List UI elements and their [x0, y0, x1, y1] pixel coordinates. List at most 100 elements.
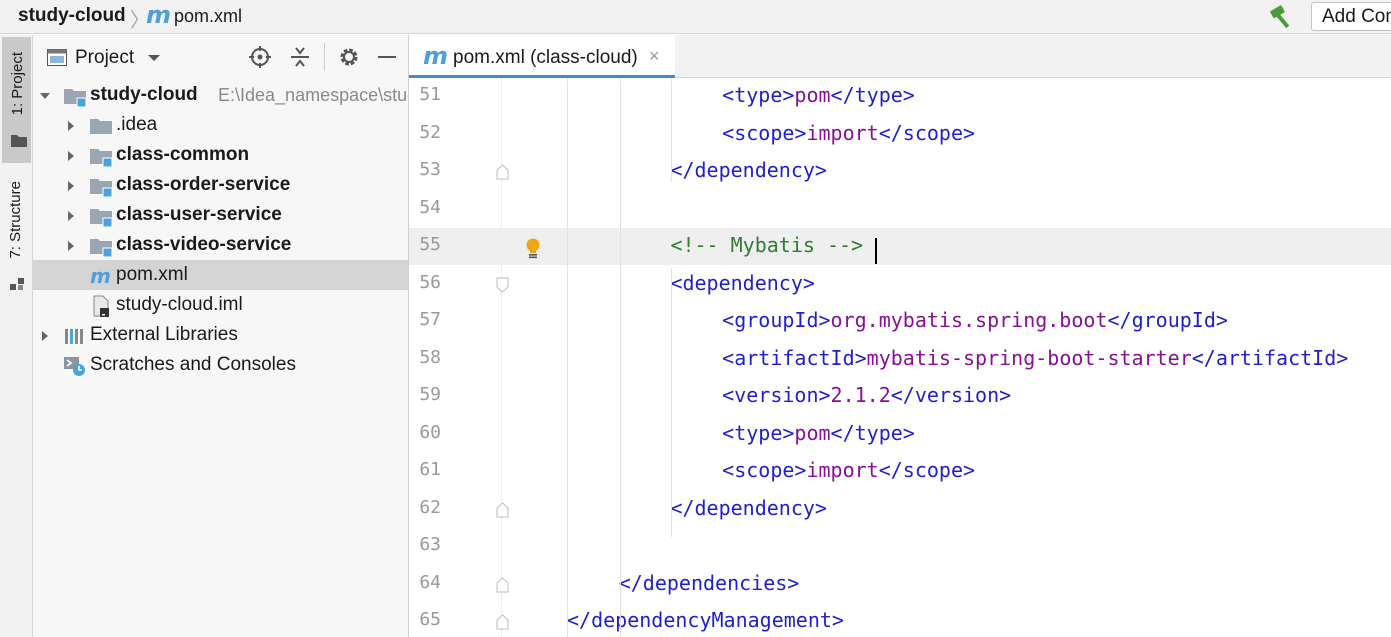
code-line[interactable]: 61 <scope>import</scope> — [409, 453, 1391, 490]
toolbar-divider — [324, 43, 325, 71]
tree-item[interactable]: class-user-service — [33, 200, 408, 230]
code-text: </dependencyManagement> — [567, 608, 844, 632]
tree-item[interactable]: class-order-service — [33, 170, 408, 200]
tree-item-label: Scratches and Consoles — [90, 354, 296, 375]
fold-start-icon[interactable] — [496, 277, 509, 293]
navigation-bar: study-cloud 〉 m pom.xml Add Configuratio… — [0, 0, 1391, 34]
gear-icon[interactable] — [338, 46, 360, 68]
tree-item[interactable]: study-cloud E:\Idea_namespace\study-cloud — [33, 80, 408, 110]
code-editor[interactable]: 51 <type>pom</type> 52 <scope>import</scope… — [409, 78, 1391, 637]
code-line[interactable]: 58 <artifactId>mybatis-spring-boot-starte… — [409, 341, 1391, 378]
code-text: <version>2.1.2</version> — [722, 383, 1012, 407]
fold-end-icon[interactable] — [496, 501, 509, 518]
breadcrumb-file[interactable]: pom.xml — [174, 6, 242, 27]
code-line[interactable]: 56 <dependency> — [409, 266, 1391, 303]
close-icon[interactable]: × — [649, 46, 660, 67]
left-tool-strip: 1: Project 7: Structure — [0, 35, 33, 637]
fold-end-icon[interactable] — [496, 164, 509, 180]
current-code-line[interactable]: 55 <!-- Mybatis --> — [409, 228, 1391, 265]
code-line[interactable]: 54 — [409, 191, 1391, 228]
tree-item[interactable]: study-cloud.iml — [33, 290, 408, 320]
chevron-right-icon[interactable] — [65, 210, 77, 222]
chevron-down-icon[interactable] — [39, 90, 51, 102]
project-view-selector[interactable]: Project — [75, 47, 134, 69]
tree-item[interactable]: .idea — [33, 110, 408, 140]
project-panel: Project study-cloud E:\Idea_namespace\stu… — [33, 35, 409, 637]
fold-end-icon[interactable] — [496, 614, 509, 630]
iml-file-icon — [93, 295, 109, 317]
line-number: 54 — [419, 196, 441, 218]
indent-guide — [620, 78, 621, 637]
line-number: 61 — [419, 459, 441, 480]
indent-guide — [671, 268, 672, 537]
scratches-icon — [64, 357, 85, 376]
code-text: </dependency> — [670, 495, 827, 520]
minimize-icon[interactable] — [376, 46, 398, 68]
editor-tab-bar: m pom.xml (class-cloud) × — [409, 35, 1391, 78]
chevron-right-icon[interactable] — [39, 330, 51, 342]
line-number: 60 — [419, 421, 441, 443]
chevron-down-icon[interactable] — [147, 53, 161, 63]
tree-item-label: .idea — [116, 114, 158, 135]
tree-item-label: study-cloud.iml — [116, 294, 243, 315]
code-line[interactable]: 65 </dependencyManagement> — [409, 603, 1391, 637]
tree-item-label: class-common — [116, 144, 250, 165]
code-text: <scope>import</scope> — [722, 120, 976, 145]
tree-item-label: External Libraries — [90, 324, 238, 345]
tree-item[interactable]: Scratches and Consoles — [33, 350, 408, 380]
chevron-right-icon[interactable] — [65, 180, 77, 192]
fold-end-icon[interactable] — [496, 576, 509, 593]
tree-item[interactable]: m pom.xml — [33, 260, 408, 290]
code-line[interactable]: 59 <version>2.1.2</version> — [409, 378, 1391, 415]
line-number: 57 — [419, 309, 441, 330]
libraries-icon — [65, 329, 83, 344]
line-number: 58 — [419, 346, 441, 368]
structure-tab-label[interactable]: 7: Structure — [7, 181, 24, 259]
tab-pom-xml[interactable]: m pom.xml (class-cloud) × — [409, 35, 675, 78]
chevron-right-icon[interactable] — [65, 240, 77, 252]
hammer-icon[interactable] — [1268, 4, 1296, 30]
line-number: 63 — [419, 534, 441, 555]
code-line[interactable]: 57 <groupId>org.mybatis.spring.boot</grou… — [409, 303, 1391, 340]
code-line[interactable]: 62 </dependency> — [409, 491, 1391, 528]
code-text: </dependency> — [670, 158, 827, 182]
code-text: <scope>import</scope> — [722, 458, 976, 482]
structure-icon[interactable] — [10, 277, 24, 291]
tree-item[interactable]: class-video-service — [33, 230, 408, 260]
svg-text:m: m — [90, 265, 111, 287]
project-tab-label: 1: Project — [9, 52, 26, 116]
chevron-right-icon[interactable] — [65, 120, 77, 132]
indent-guide — [567, 78, 568, 637]
code-line[interactable]: 63 — [409, 528, 1391, 565]
tree-item[interactable]: class-common — [33, 140, 408, 170]
code-text: <type>pom</type> — [722, 83, 915, 107]
maven-file-icon: m — [146, 1, 172, 29]
code-line[interactable]: 52 <scope>import</scope> — [409, 116, 1391, 153]
maven-file-icon: m — [90, 265, 111, 287]
collapse-all-icon[interactable] — [289, 46, 311, 68]
line-number: 52 — [419, 121, 441, 143]
project-view-icon — [47, 49, 67, 66]
code-text: <type>pom</type> — [722, 420, 915, 445]
lightbulb-icon[interactable] — [525, 238, 541, 260]
line-number: 59 — [419, 384, 441, 405]
maven-file-icon: m — [423, 42, 449, 70]
chevron-right-icon[interactable] — [65, 150, 77, 162]
locate-target-icon[interactable] — [249, 46, 271, 68]
code-line[interactable]: 60 <type>pom</type> — [409, 416, 1391, 453]
breadcrumb-project[interactable]: study-cloud — [18, 5, 126, 27]
line-number: 51 — [419, 84, 441, 105]
code-line[interactable]: 64 </dependencies> — [409, 566, 1391, 603]
add-configuration-button[interactable]: Add Configuration... — [1311, 2, 1391, 31]
tree-item-label: class-order-service — [116, 174, 291, 195]
code-line[interactable]: 51 <type>pom</type> — [409, 78, 1391, 115]
tree-item-label: class-video-service — [116, 234, 292, 255]
project-tool-tab[interactable]: 1: Project — [2, 37, 31, 163]
tree-item-label: pom.xml — [116, 264, 188, 285]
tab-label: pom.xml (class-cloud) — [453, 47, 638, 68]
line-number: 65 — [419, 609, 441, 630]
tree-item[interactable]: External Libraries — [33, 320, 408, 350]
module-folder-icon — [64, 89, 87, 107]
module-folder-icon — [90, 179, 113, 197]
code-line[interactable]: 53 </dependency> — [409, 153, 1391, 190]
